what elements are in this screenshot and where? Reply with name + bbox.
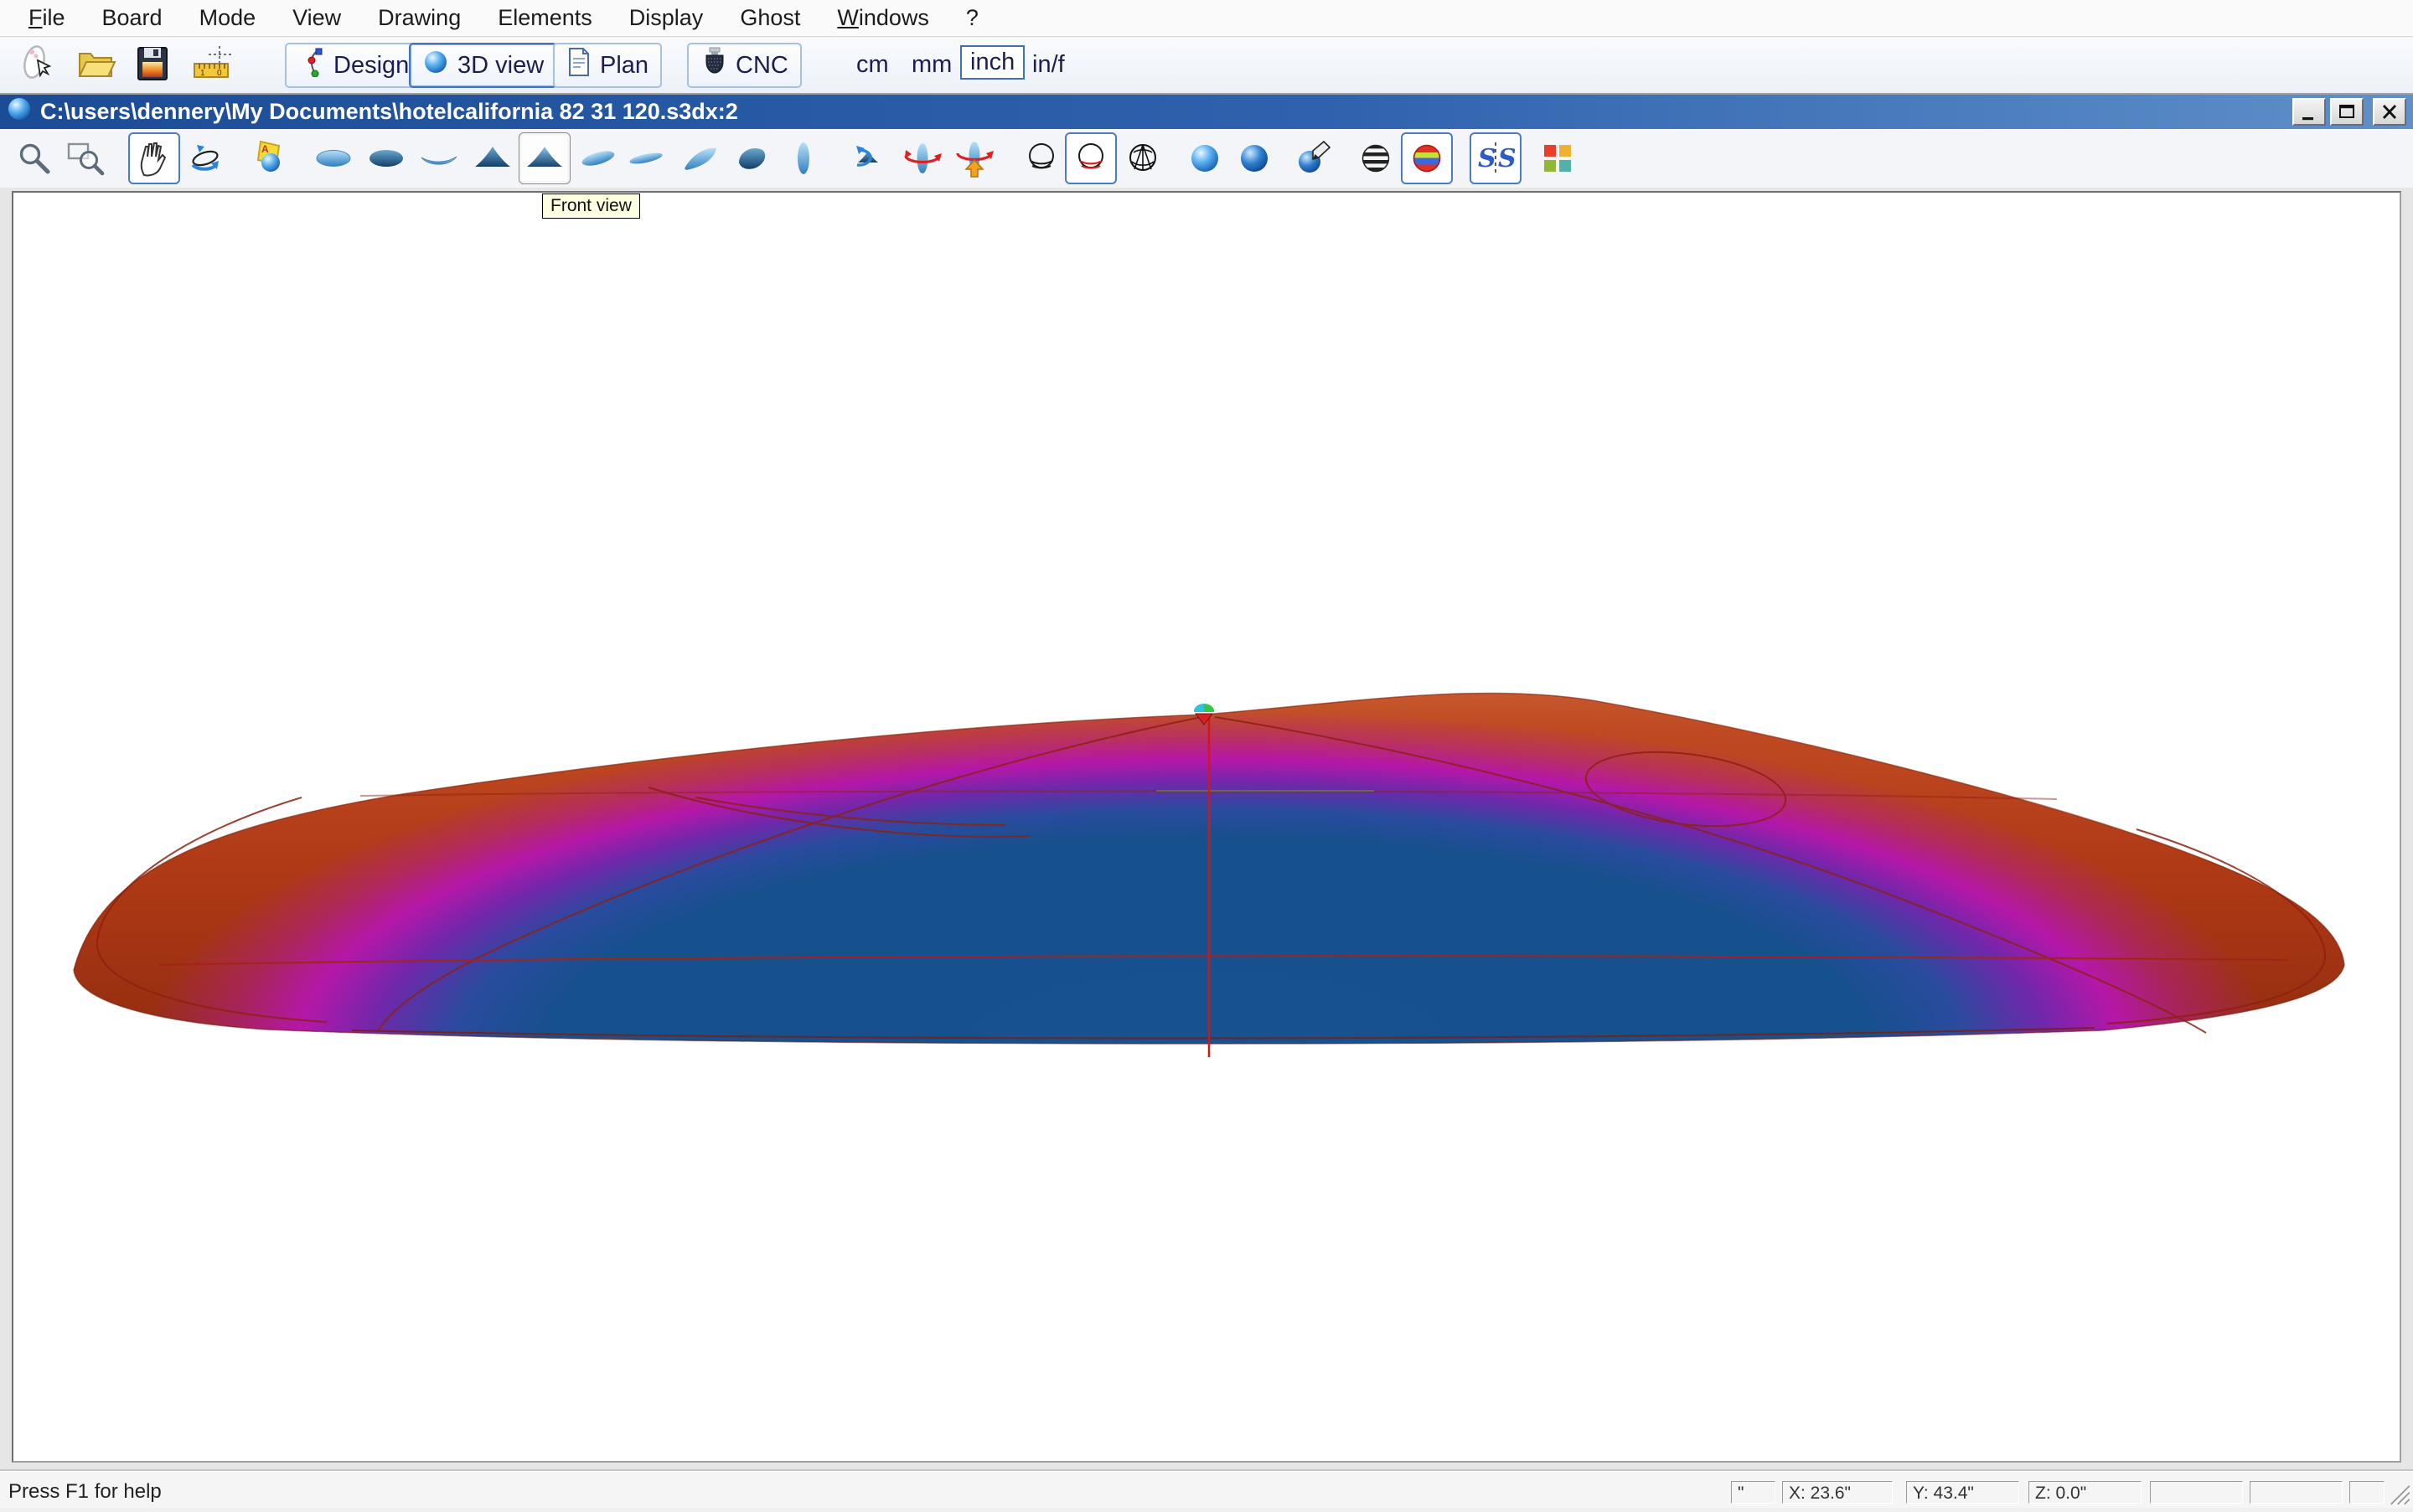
- unit-inch[interactable]: inch: [960, 45, 1025, 80]
- unit-inf[interactable]: in/f: [1032, 51, 1065, 79]
- outline-view-icon[interactable]: [778, 132, 829, 184]
- design-mode-button[interactable]: Design: [285, 43, 422, 88]
- document-window-frame: [0, 188, 2413, 1471]
- render-light-icon[interactable]: A: [244, 132, 296, 184]
- status-help-text: Press F1 for help: [8, 1480, 162, 1504]
- front-view-tooltip: Front view: [542, 194, 640, 219]
- view-toolbar: A SS: [0, 129, 2413, 188]
- menu-display[interactable]: Display: [611, 0, 722, 36]
- cnc-mode-button[interactable]: CNC: [687, 43, 802, 88]
- shaded-view-icon[interactable]: [1179, 132, 1231, 184]
- open-button[interactable]: [72, 41, 121, 90]
- close-button[interactable]: [2373, 98, 2406, 126]
- status-x-cell: X: 23.6": [1782, 1481, 1893, 1504]
- view3d-label: 3D view: [457, 52, 544, 80]
- plan-mode-button[interactable]: Plan: [553, 43, 662, 88]
- flip-board-icon[interactable]: [948, 132, 1000, 184]
- top-view-icon[interactable]: [307, 132, 359, 184]
- status-bar: Press F1 for help " X: 23.6" Y: 43.4" Z:…: [0, 1471, 2413, 1508]
- menu-view[interactable]: View: [274, 0, 359, 36]
- wireframe-icon[interactable]: [1015, 132, 1067, 184]
- rotate-view-icon[interactable]: [842, 132, 894, 184]
- menu-mode[interactable]: Mode: [181, 0, 275, 36]
- menu-windows[interactable]: Windows: [819, 0, 948, 36]
- status-empty-cell-2: [2250, 1481, 2343, 1504]
- back-view-icon[interactable]: [467, 132, 519, 184]
- measure-button[interactable]: 10: [188, 41, 236, 90]
- spin-board-icon[interactable]: [896, 132, 948, 184]
- bottom-view-icon[interactable]: [360, 132, 412, 184]
- menu-board[interactable]: Board: [84, 0, 181, 36]
- minimize-button[interactable]: [2292, 98, 2326, 126]
- side-view-icon[interactable]: [413, 132, 465, 184]
- status-empty-cell-3: [2349, 1481, 2385, 1504]
- open-folder-icon: [76, 44, 116, 88]
- wireframe-red-icon[interactable]: [1065, 132, 1117, 184]
- plan-label: Plan: [600, 52, 648, 80]
- cnc-label: CNC: [736, 52, 788, 80]
- main-toolbar: 10 Design 3D view Plan: [0, 38, 2413, 95]
- resize-grip[interactable]: [2386, 1481, 2411, 1506]
- restore-button[interactable]: [2330, 98, 2364, 126]
- shaded-view-2-icon[interactable]: [1228, 132, 1280, 184]
- ruler-icon: 10: [192, 44, 232, 88]
- status-unit-cell: ": [1731, 1481, 1775, 1504]
- perspective-view-3-icon[interactable]: [674, 132, 726, 184]
- design-icon: [298, 47, 327, 84]
- menu-drawing[interactable]: Drawing: [359, 0, 479, 36]
- document-title-bar: C:\users\dennery\My Documents\hotelcalif…: [0, 95, 2413, 129]
- viewport-canvas[interactable]: [12, 191, 2401, 1463]
- curvature-map-icon[interactable]: [1401, 132, 1453, 184]
- view3d-mode-button[interactable]: 3D view: [409, 43, 557, 88]
- document-title: C:\users\dennery\My Documents\hotelcalif…: [40, 99, 738, 125]
- texture-edit-icon[interactable]: [1286, 132, 1338, 184]
- pan-hand-icon[interactable]: [128, 132, 180, 184]
- perspective-view-1-icon[interactable]: [572, 132, 624, 184]
- new-board-button[interactable]: [13, 41, 62, 90]
- symmetry-icon[interactable]: SS: [1470, 132, 1522, 184]
- surfboard-front-view[interactable]: [13, 193, 2400, 1461]
- svg-text:S: S: [1478, 144, 1496, 173]
- design-label: Design: [333, 52, 409, 80]
- status-z-cell: Z: 0.0": [2028, 1481, 2142, 1504]
- zoom-icon[interactable]: [8, 132, 60, 184]
- unit-cm[interactable]: cm: [856, 51, 889, 79]
- status-empty-cell-1: [2150, 1481, 2243, 1504]
- svg-text:S: S: [1498, 144, 1515, 173]
- document-sphere-icon: [7, 96, 32, 127]
- cnc-tool-icon: [700, 47, 729, 84]
- mesh-sphere-icon[interactable]: [1117, 132, 1169, 184]
- menu-file[interactable]: File: [10, 0, 84, 36]
- svg-text:0: 0: [217, 69, 222, 78]
- menu-elements[interactable]: Elements: [479, 0, 611, 36]
- perspective-view-2-icon[interactable]: [620, 132, 672, 184]
- menu-bar: File Board Mode View Drawing Elements Di…: [0, 0, 2413, 37]
- rotate-3d-icon[interactable]: [179, 132, 231, 184]
- save-button[interactable]: [128, 41, 177, 90]
- stripes-view-icon[interactable]: [1350, 132, 1402, 184]
- surfboard-hull: [50, 670, 2371, 1072]
- front-view-icon[interactable]: [519, 132, 571, 184]
- sphere-3d-icon: [422, 47, 451, 84]
- svg-text:1: 1: [200, 69, 205, 78]
- color-panels-icon[interactable]: [1532, 132, 1584, 184]
- menu-ghost[interactable]: Ghost: [721, 0, 819, 36]
- plan-document-icon: [566, 47, 593, 84]
- menu-help[interactable]: ?: [948, 0, 997, 36]
- svg-text:A: A: [261, 143, 269, 155]
- new-board-icon: [18, 44, 58, 88]
- status-y-cell: Y: 43.4": [1906, 1481, 2019, 1504]
- unit-mm[interactable]: mm: [912, 51, 952, 79]
- perspective-view-4-icon[interactable]: [726, 132, 778, 184]
- save-icon: [132, 44, 173, 88]
- zoom-window-icon[interactable]: [59, 132, 111, 184]
